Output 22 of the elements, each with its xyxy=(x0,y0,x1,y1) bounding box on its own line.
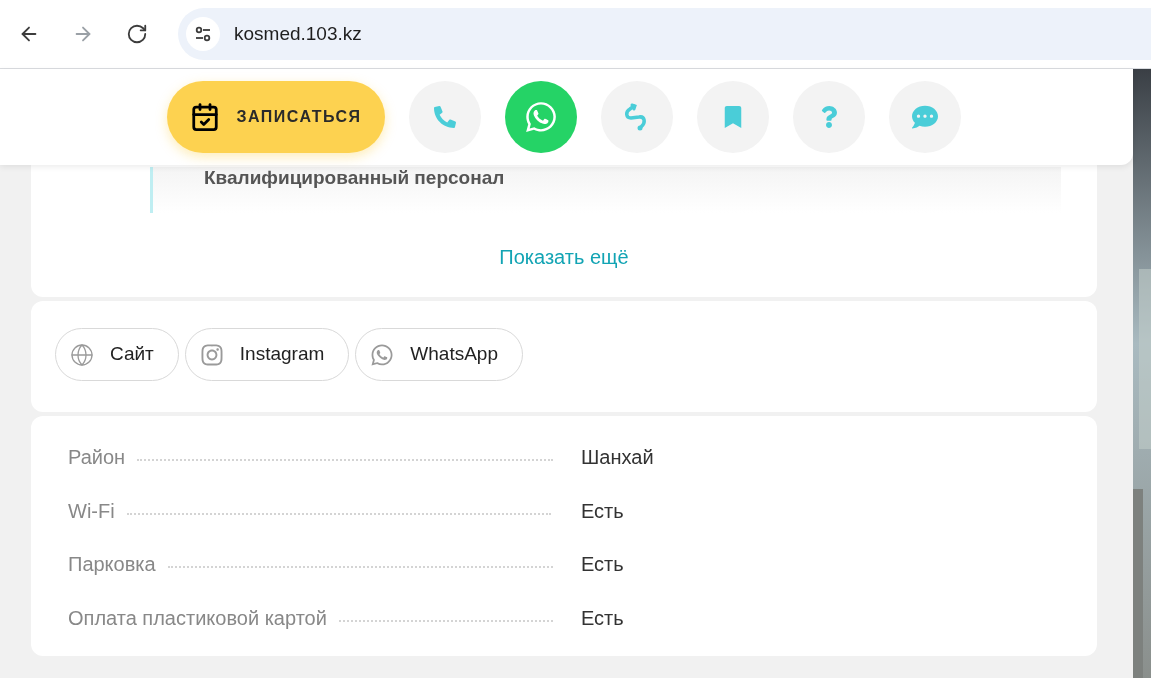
detail-label: Парковка xyxy=(68,552,156,577)
detail-label: Оплата пластиковой картой xyxy=(68,605,327,631)
url-text: kosmed.103.kz xyxy=(234,21,362,46)
book-button[interactable]: ЗАПИСАТЬСЯ xyxy=(167,81,385,153)
calendar-check-icon xyxy=(190,102,221,132)
chat-icon xyxy=(912,104,938,130)
instagram-icon xyxy=(199,342,224,367)
feature-title: Квалифицированный персонал xyxy=(204,167,506,189)
detail-value: Есть xyxy=(580,552,625,577)
detail-value: Есть xyxy=(580,498,625,524)
detail-value: Шанхай xyxy=(580,445,655,470)
detail-value: Есть xyxy=(580,605,625,631)
whatsapp-icon xyxy=(370,342,395,367)
address-bar[interactable]: kosmed.103.kz xyxy=(178,8,1151,60)
whatsapp-icon xyxy=(524,100,558,134)
reload-icon[interactable] xyxy=(126,23,148,45)
bookmark-icon xyxy=(722,106,744,128)
detail-label: Район xyxy=(68,445,126,470)
site-settings-icon[interactable] xyxy=(194,25,212,43)
globe-icon xyxy=(70,342,94,367)
phone-icon xyxy=(434,106,456,128)
detail-label: Wi-Fi xyxy=(68,498,115,524)
